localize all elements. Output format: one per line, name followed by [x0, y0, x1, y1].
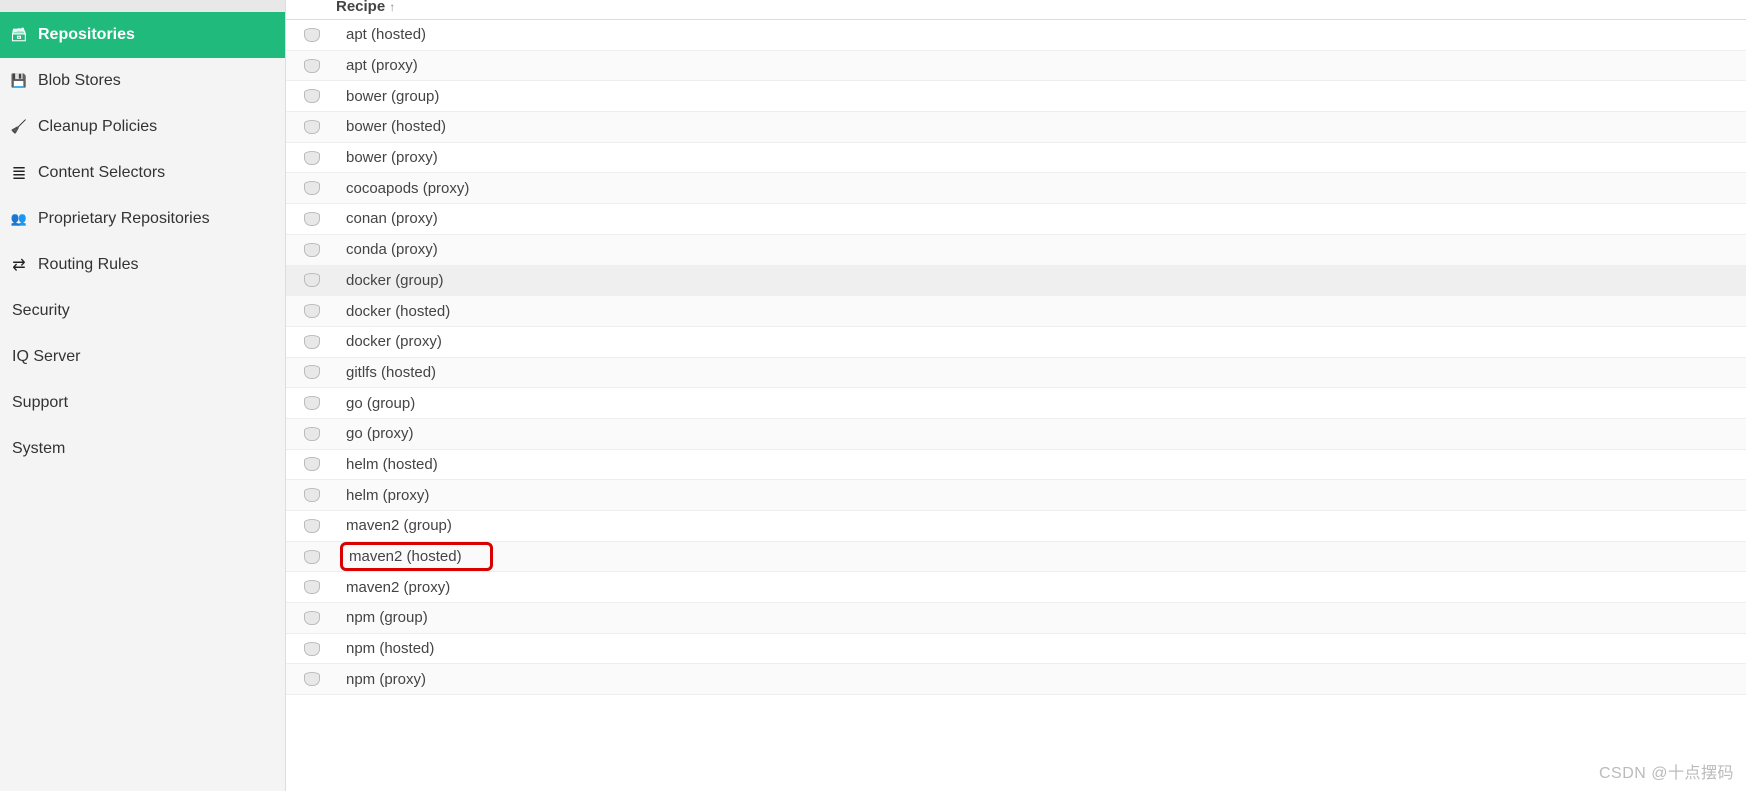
recipe-row[interactable]: cocoapods (proxy): [286, 173, 1746, 204]
database-icon: [302, 550, 320, 564]
recipe-label: conda (proxy): [340, 239, 444, 260]
recipe-label: bower (proxy): [340, 147, 444, 168]
recipe-row[interactable]: apt (proxy): [286, 51, 1746, 82]
recipe-row[interactable]: go (group): [286, 388, 1746, 419]
ic-blob-icon: [10, 72, 28, 90]
database-icon: [302, 243, 320, 257]
recipe-label: npm (proxy): [340, 669, 432, 690]
sidebar-item-system[interactable]: System: [0, 426, 285, 472]
recipe-label: bower (hosted): [340, 116, 452, 137]
recipe-row[interactable]: helm (proxy): [286, 480, 1746, 511]
ic-prop-icon: [10, 210, 28, 228]
recipe-label: docker (proxy): [340, 331, 448, 352]
recipe-row[interactable]: maven2 (group): [286, 511, 1746, 542]
recipe-label: docker (hosted): [340, 301, 456, 322]
recipe-label: apt (hosted): [340, 24, 432, 45]
ic-route-icon: [10, 256, 28, 274]
recipe-label: cocoapods (proxy): [340, 178, 475, 199]
recipe-label: maven2 (group): [340, 515, 458, 536]
recipe-label: maven2 (hosted): [340, 542, 493, 571]
recipe-label: npm (hosted): [340, 638, 440, 659]
recipe-label: gitlfs (hosted): [340, 362, 442, 383]
recipe-row[interactable]: go (proxy): [286, 419, 1746, 450]
sidebar-item-label: Repositories: [38, 26, 135, 44]
database-icon: [302, 642, 320, 656]
sidebar-item-support[interactable]: Support: [0, 380, 285, 426]
sidebar-item-routing-rules[interactable]: Routing Rules: [0, 242, 285, 288]
sidebar-item-label: Support: [12, 394, 68, 412]
sort-ascending-icon: ↑: [389, 0, 395, 14]
database-icon: [302, 457, 320, 471]
database-icon: [302, 59, 320, 73]
recipe-row[interactable]: docker (proxy): [286, 327, 1746, 358]
sidebar-item-label: Proprietary Repositories: [38, 210, 210, 228]
ic-repo-icon: [10, 26, 28, 44]
recipe-rows: apt (hosted) apt (proxy) bower (group) bowe…: [286, 20, 1746, 791]
ic-layers-icon: [10, 164, 28, 182]
recipe-label: apt (proxy): [340, 55, 424, 76]
recipe-row[interactable]: conda (proxy): [286, 235, 1746, 266]
recipe-label: bower (group): [340, 86, 445, 107]
ic-broom-icon: [10, 118, 28, 136]
database-icon: [302, 151, 320, 165]
sidebar: Repositories Blob Stores Cleanup Policies C…: [0, 0, 286, 791]
sidebar-top-strip: [0, 0, 285, 12]
recipe-row[interactable]: npm (group): [286, 603, 1746, 634]
sidebar-item-label: Routing Rules: [38, 256, 139, 274]
table-header[interactable]: Recipe ↑: [286, 0, 1746, 20]
database-icon: [302, 28, 320, 42]
database-icon: [302, 488, 320, 502]
recipe-label: maven2 (proxy): [340, 577, 456, 598]
recipe-row[interactable]: conan (proxy): [286, 204, 1746, 235]
sidebar-item-proprietary-repositories[interactable]: Proprietary Repositories: [0, 196, 285, 242]
sidebar-item-blob-stores[interactable]: Blob Stores: [0, 58, 285, 104]
sidebar-item-label: System: [12, 440, 65, 458]
recipe-row[interactable]: maven2 (proxy): [286, 572, 1746, 603]
database-icon: [302, 273, 320, 287]
database-icon: [302, 365, 320, 379]
recipe-row[interactable]: bower (hosted): [286, 112, 1746, 143]
database-icon: [302, 580, 320, 594]
database-icon: [302, 335, 320, 349]
sidebar-item-label: Blob Stores: [38, 72, 121, 90]
recipe-label: go (proxy): [340, 423, 420, 444]
database-icon: [302, 120, 320, 134]
sidebar-item-repositories[interactable]: Repositories: [0, 12, 285, 58]
recipe-label: docker (group): [340, 270, 450, 291]
recipe-row[interactable]: helm (hosted): [286, 450, 1746, 481]
database-icon: [302, 427, 320, 441]
database-icon: [302, 89, 320, 103]
recipe-row[interactable]: npm (hosted): [286, 634, 1746, 665]
column-header-recipe[interactable]: Recipe: [336, 0, 385, 15]
recipe-row[interactable]: npm (proxy): [286, 664, 1746, 695]
sidebar-item-iq-server[interactable]: IQ Server: [0, 334, 285, 380]
sidebar-item-security[interactable]: Security: [0, 288, 285, 334]
recipe-label: conan (proxy): [340, 208, 444, 229]
database-icon: [302, 396, 320, 410]
recipe-row[interactable]: bower (proxy): [286, 143, 1746, 174]
database-icon: [302, 181, 320, 195]
main-panel: Recipe ↑ apt (hosted) apt (proxy) bower (g…: [286, 0, 1746, 791]
sidebar-item-label: IQ Server: [12, 348, 80, 366]
database-icon: [302, 212, 320, 226]
sidebar-item-content-selectors[interactable]: Content Selectors: [0, 150, 285, 196]
database-icon: [302, 304, 320, 318]
recipe-label: go (group): [340, 393, 421, 414]
recipe-row[interactable]: docker (hosted): [286, 296, 1746, 327]
recipe-label: helm (proxy): [340, 485, 435, 506]
database-icon: [302, 519, 320, 533]
sidebar-item-cleanup-policies[interactable]: Cleanup Policies: [0, 104, 285, 150]
recipe-row[interactable]: docker (group): [286, 266, 1746, 297]
database-icon: [302, 611, 320, 625]
recipe-row[interactable]: apt (hosted): [286, 20, 1746, 51]
recipe-row[interactable]: maven2 (hosted): [286, 542, 1746, 573]
sidebar-item-label: Security: [12, 302, 70, 320]
recipe-row[interactable]: bower (group): [286, 81, 1746, 112]
recipe-label: helm (hosted): [340, 454, 444, 475]
recipe-row[interactable]: gitlfs (hosted): [286, 358, 1746, 389]
sidebar-item-label: Cleanup Policies: [38, 118, 157, 136]
recipe-label: npm (group): [340, 607, 434, 628]
sidebar-item-label: Content Selectors: [38, 164, 165, 182]
database-icon: [302, 672, 320, 686]
